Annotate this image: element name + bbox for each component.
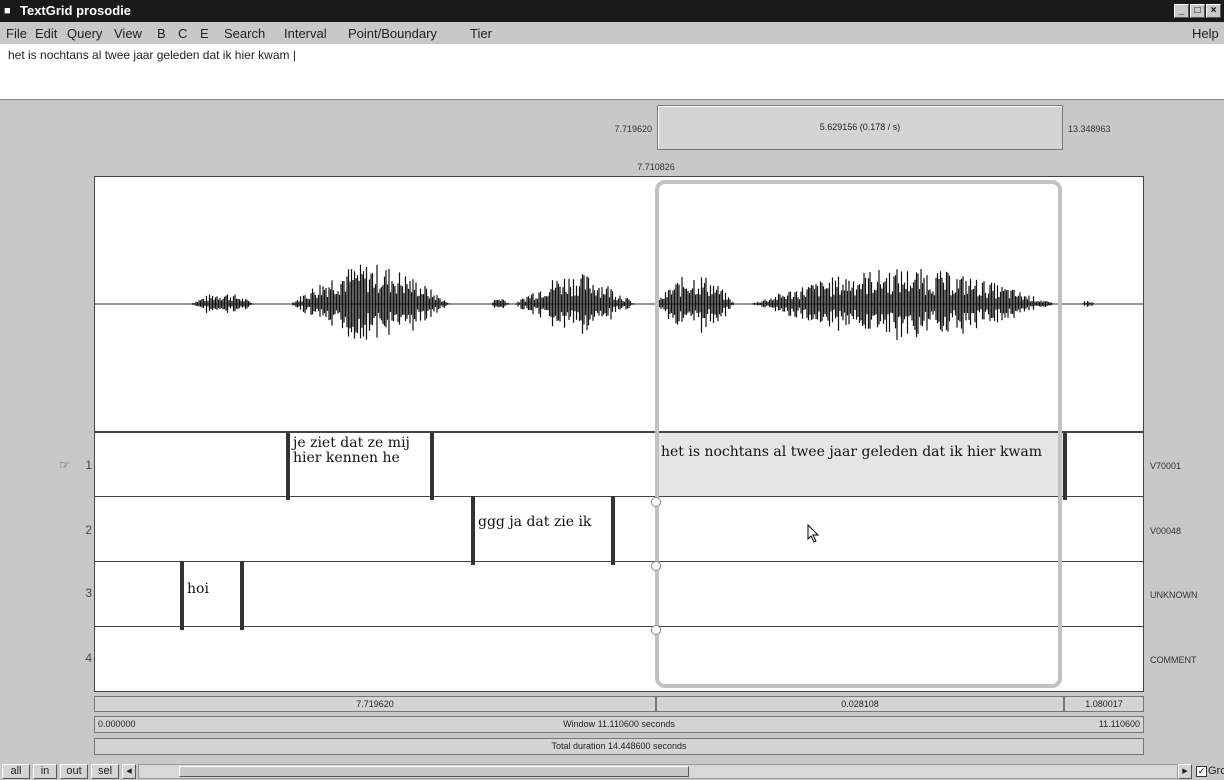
total-duration-bar[interactable]: Total duration 14.448600 seconds	[94, 738, 1144, 755]
tier-3-interval-text[interactable]: hoi	[187, 582, 209, 597]
selection-frame	[655, 180, 1062, 688]
app-icon[interactable]: ■	[4, 5, 16, 17]
minimize-button[interactable]: _	[1174, 4, 1189, 18]
scrollbar-thumb[interactable]	[179, 766, 689, 777]
duration-left-segment[interactable]: 7.719620	[94, 696, 656, 712]
menu-c[interactable]: C	[178, 26, 187, 41]
scroll-left-icon[interactable]: ◂	[122, 764, 136, 779]
menu-file[interactable]: File	[6, 26, 27, 41]
menu-point-boundary[interactable]: Point/Boundary	[348, 26, 437, 41]
tier-2-number[interactable]: 2	[72, 523, 92, 537]
tier-3-boundary[interactable]	[240, 561, 244, 630]
menu-query[interactable]: Query	[67, 26, 102, 41]
text-entry-field[interactable]: het is nochtans al twee jaar geleden dat…	[0, 44, 1224, 100]
restore-button[interactable]: □	[1190, 4, 1205, 18]
duration-selection-segment[interactable]: 0.028108	[656, 696, 1064, 712]
tier-1-boundary[interactable]	[1063, 433, 1067, 500]
duration-selection-label: 0.028108	[841, 699, 879, 709]
selection-end-label: 13.348963	[1068, 124, 1111, 134]
zoom-out-button[interactable]: out	[60, 764, 88, 779]
window-end-label: 11.110600	[1098, 719, 1140, 729]
zoom-all-button[interactable]: all	[2, 764, 30, 779]
text-entry-value: het is nochtans al twee jaar geleden dat…	[8, 48, 296, 62]
menu-search[interactable]: Search	[224, 26, 265, 41]
selection-duration-label: 5.629156 (0.178 / s)	[819, 122, 901, 132]
title-bar: ■ TextGrid prosodie _ □ ×	[0, 0, 1224, 22]
menu-edit[interactable]: Edit	[35, 26, 57, 41]
tier-1-marker-icon: ☞	[59, 458, 70, 472]
menu-view[interactable]: View	[114, 26, 142, 41]
menu-e[interactable]: E	[200, 26, 209, 41]
mouse-pointer-icon	[807, 524, 820, 543]
group-checkbox[interactable]: ✓	[1196, 766, 1207, 777]
boundary-handle-icon[interactable]	[651, 497, 661, 507]
close-button[interactable]: ×	[1206, 4, 1221, 18]
tier-3-number[interactable]: 3	[72, 586, 92, 600]
window-title: TextGrid prosodie	[20, 3, 131, 18]
tier-4-name[interactable]: COMMENT	[1150, 655, 1197, 665]
total-duration-label: Total duration 14.448600 seconds	[551, 741, 687, 751]
bottom-toolbar: all in out sel ◂ ▸ ✓ Group	[0, 763, 1224, 780]
tier-1-number[interactable]: 1	[72, 458, 92, 472]
tier-1-boundary[interactable]	[286, 433, 290, 500]
tier-2-interval-text[interactable]: ggg ja dat zie ik	[478, 515, 591, 530]
menu-b[interactable]: B	[157, 26, 166, 41]
tier-3-name[interactable]: UNKNOWN	[1150, 590, 1198, 600]
selection-start-label: 7.719620	[614, 124, 652, 134]
tier-2-boundary[interactable]	[611, 496, 615, 565]
horizontal-scrollbar[interactable]	[138, 764, 1178, 779]
zoom-in-button[interactable]: in	[33, 764, 57, 779]
tier-2-boundary[interactable]	[471, 496, 475, 565]
tier-4-number[interactable]: 4	[72, 651, 92, 665]
tier-1-name[interactable]: V70001	[1150, 461, 1181, 471]
window-bar[interactable]: 0.000000 Window 11.110600 seconds 11.110…	[94, 716, 1144, 733]
boundary-handle-icon[interactable]	[651, 625, 661, 635]
menu-bar: File Edit Query View B C E Search Interv…	[0, 22, 1224, 44]
duration-left-label: 7.719620	[356, 699, 394, 709]
zoom-sel-button[interactable]: sel	[91, 764, 119, 779]
duration-right-segment[interactable]: 1.080017	[1064, 696, 1144, 712]
cursor-time-label: 7.710826	[637, 162, 675, 172]
scroll-right-icon[interactable]: ▸	[1178, 764, 1192, 779]
menu-help[interactable]: Help	[1192, 26, 1219, 41]
menu-interval[interactable]: Interval	[284, 26, 327, 41]
window-duration-label: Window 11.110600 seconds	[563, 719, 675, 729]
tier-1-interval-text[interactable]: je ziet dat ze mij hier kennen he	[293, 436, 433, 466]
tier-2-name[interactable]: V00048	[1150, 526, 1181, 536]
tier-3-boundary[interactable]	[180, 561, 184, 630]
selection-duration-box[interactable]: 5.629156 (0.178 / s)	[657, 105, 1063, 150]
boundary-handle-icon[interactable]	[651, 561, 661, 571]
menu-tier[interactable]: Tier	[470, 26, 492, 41]
duration-right-label: 1.080017	[1085, 699, 1123, 709]
group-label: Group	[1208, 765, 1224, 777]
